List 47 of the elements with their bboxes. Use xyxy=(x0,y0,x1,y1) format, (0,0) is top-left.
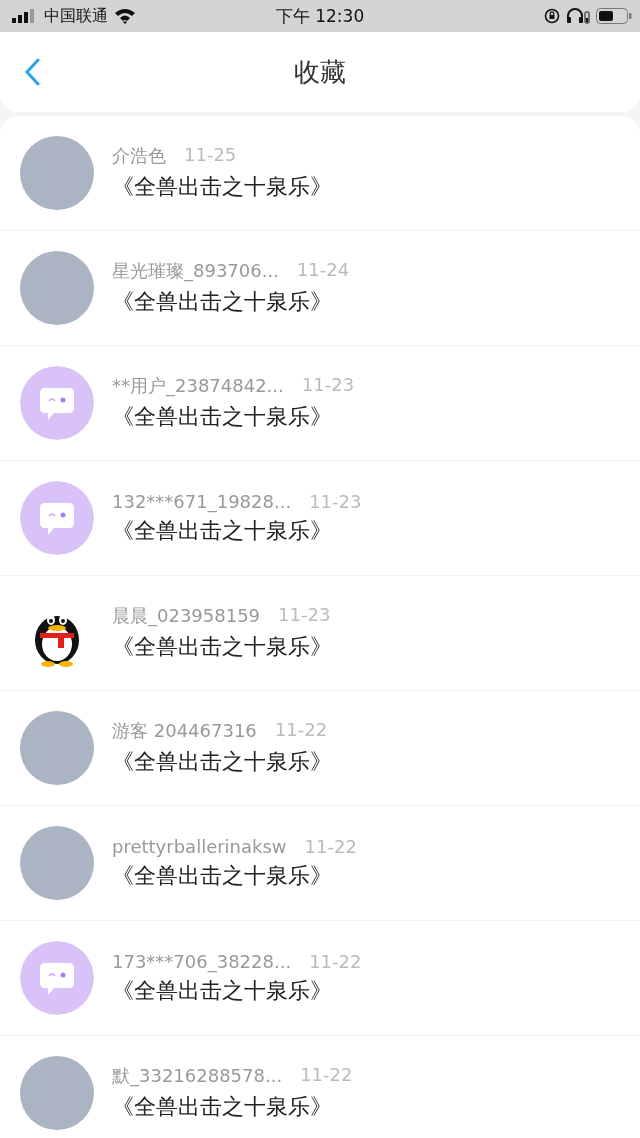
chat-bubble-avatar-icon xyxy=(20,366,94,440)
favorite-item[interactable]: **用户_23874842... 11-23 《全兽出击之十泉乐》 xyxy=(0,346,640,461)
user-name: 132***671_19828... xyxy=(112,490,292,512)
user-name: 晨晨_023958159 xyxy=(112,604,261,628)
item-date: 11-22 xyxy=(274,719,328,742)
book-title: 《全兽出击之十泉乐》 xyxy=(112,748,332,776)
favorite-item[interactable]: 晨晨_023958159 11-23 《全兽出击之十泉乐》 xyxy=(0,576,640,691)
item-date: 11-23 xyxy=(301,374,355,397)
book-title: 《全兽出击之十泉乐》 xyxy=(112,976,333,1005)
user-name: 默_33216288578... xyxy=(112,1064,283,1088)
item-date: 11-23 xyxy=(278,604,331,627)
item-date: 11-25 xyxy=(184,144,237,167)
carrier-name: 中国联通 xyxy=(44,5,108,27)
book-title: 《全兽出击之十泉乐》 xyxy=(112,1093,333,1121)
favorite-item[interactable]: 默_33216288578... 11-22 《全兽出击之十泉乐》 xyxy=(0,1036,640,1138)
item-date: 11-23 xyxy=(309,490,362,512)
item-date: 11-22 xyxy=(304,835,357,857)
rotation-lock-icon xyxy=(544,8,560,24)
favorite-item[interactable]: 游客 204467316 11-22 《全兽出击之十泉乐》 xyxy=(0,691,640,806)
chevron-left-icon xyxy=(24,58,40,86)
status-time: 下午 12:30 xyxy=(275,4,365,28)
headphones-icon xyxy=(566,8,590,24)
favorite-item[interactable]: prettyrballerinaksw 11-22 《全兽出击之十泉乐》 xyxy=(0,806,640,921)
book-title: 《全兽出击之十泉乐》 xyxy=(112,288,333,316)
user-name: 星光璀璨_893706... xyxy=(112,259,279,283)
page-title: 收藏 xyxy=(294,55,346,89)
wifi-icon xyxy=(114,8,136,24)
chat-bubble-avatar-icon xyxy=(20,941,94,1015)
user-name: prettyrballerinaksw xyxy=(112,835,287,857)
book-title: 《全兽出击之十泉乐》 xyxy=(112,173,332,201)
favorite-item[interactable]: 星光璀璨_893706... 11-24 《全兽出击之十泉乐》 xyxy=(0,231,640,346)
item-date: 11-22 xyxy=(300,1064,353,1087)
item-date: 11-22 xyxy=(309,950,362,972)
battery-icon xyxy=(596,8,632,24)
book-title: 《全兽出击之十泉乐》 xyxy=(112,861,333,890)
favorite-item[interactable]: 介浩色 11-25 《全兽出击之十泉乐》 xyxy=(0,116,640,231)
item-date: 11-24 xyxy=(296,259,350,282)
book-title: 《全兽出击之十泉乐》 xyxy=(112,633,332,661)
user-name: **用户_23874842... xyxy=(112,374,284,398)
user-name: 介浩色 xyxy=(112,144,166,168)
book-title: 《全兽出击之十泉乐》 xyxy=(112,403,333,431)
favorite-item[interactable]: 132***671_19828... 11-23 《全兽出击之十泉乐》 xyxy=(0,461,640,576)
favorite-item[interactable]: 173***706_38228... 11-22 《全兽出击之十泉乐》 xyxy=(0,921,640,1036)
book-title: 《全兽出击之十泉乐》 xyxy=(112,516,333,545)
chat-bubble-avatar-icon xyxy=(20,481,94,555)
user-name: 游客 204467316 xyxy=(112,719,257,743)
user-name: 173***706_38228... xyxy=(112,950,292,972)
